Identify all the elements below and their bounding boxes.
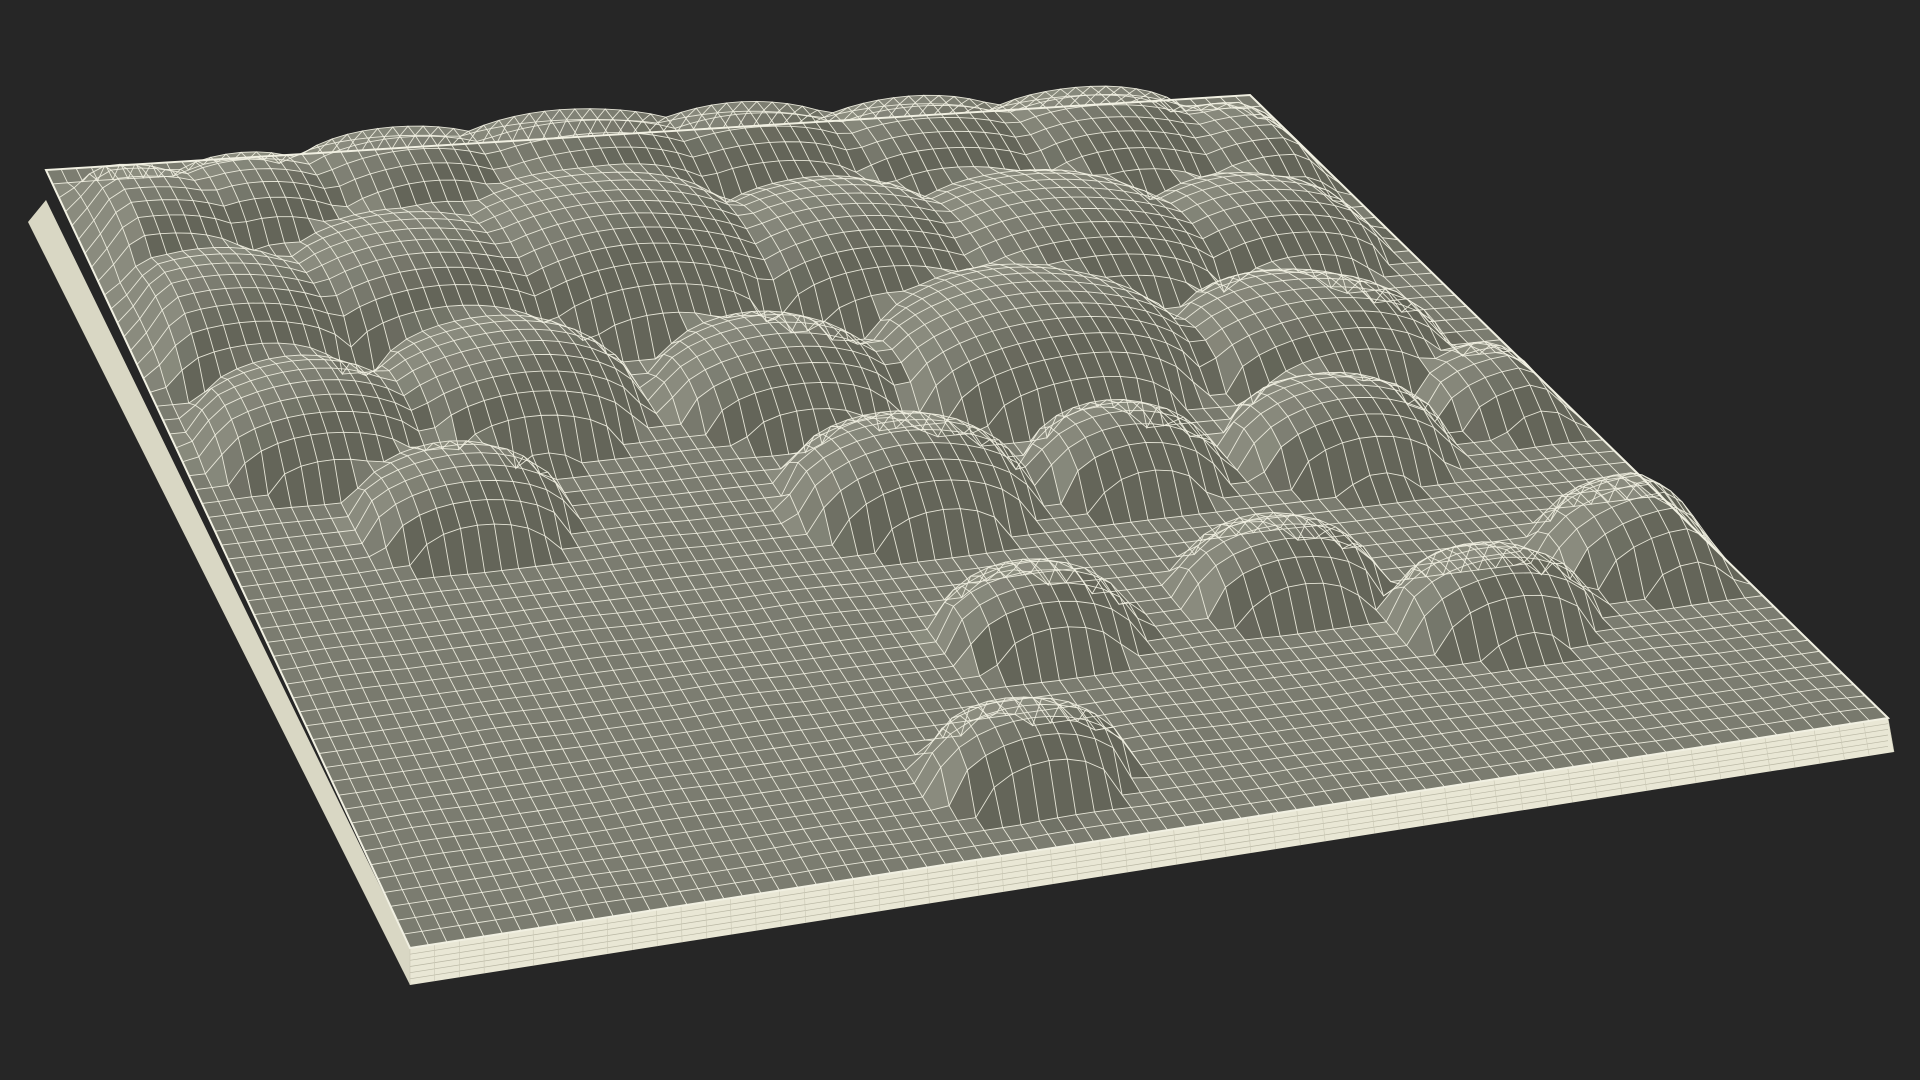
render-viewport [0,0,1920,1080]
terrain-surface [44,85,1891,950]
terrain-render [28,85,1895,985]
